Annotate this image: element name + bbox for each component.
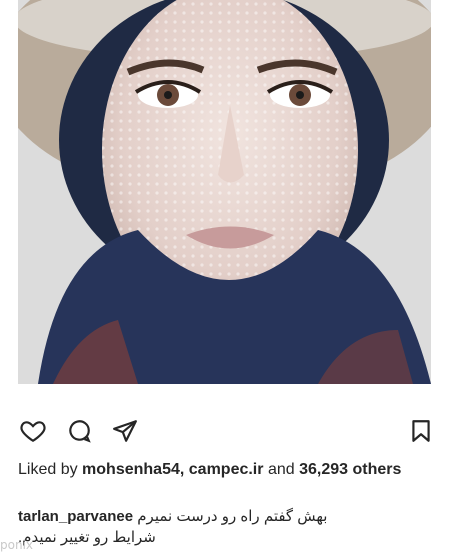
caption-username[interactable]: tarlan_parvanee <box>18 508 133 525</box>
likes-summary: Liked by mohsenha54, campec.ir and 36,29… <box>18 459 428 480</box>
comment-icon[interactable] <box>64 416 94 446</box>
send-icon[interactable] <box>110 416 140 446</box>
caption-line-2: شرایط رو تغییر نمیدم. <box>18 529 156 546</box>
caption-line-1: بهش گفتم راه رو درست نمیرم <box>137 508 328 525</box>
likes-prefix: Liked by <box>18 461 78 478</box>
liker-link[interactable]: mohsenha54, <box>82 461 184 478</box>
likes-conj: and <box>267 461 295 478</box>
heart-icon[interactable] <box>18 416 48 446</box>
post-caption: tarlan_parvanee بهش گفتم راه رو درست نمی… <box>18 506 438 548</box>
watermark-text: ponix <box>0 538 33 552</box>
portrait-photo <box>18 0 431 384</box>
likes-others[interactable]: others <box>352 461 401 478</box>
post-image[interactable] <box>18 0 431 384</box>
bookmark-icon[interactable] <box>406 416 436 446</box>
likes-count[interactable]: 36,293 <box>299 461 348 478</box>
post-actions <box>18 416 436 446</box>
liker-link[interactable]: campec.ir <box>189 461 264 478</box>
